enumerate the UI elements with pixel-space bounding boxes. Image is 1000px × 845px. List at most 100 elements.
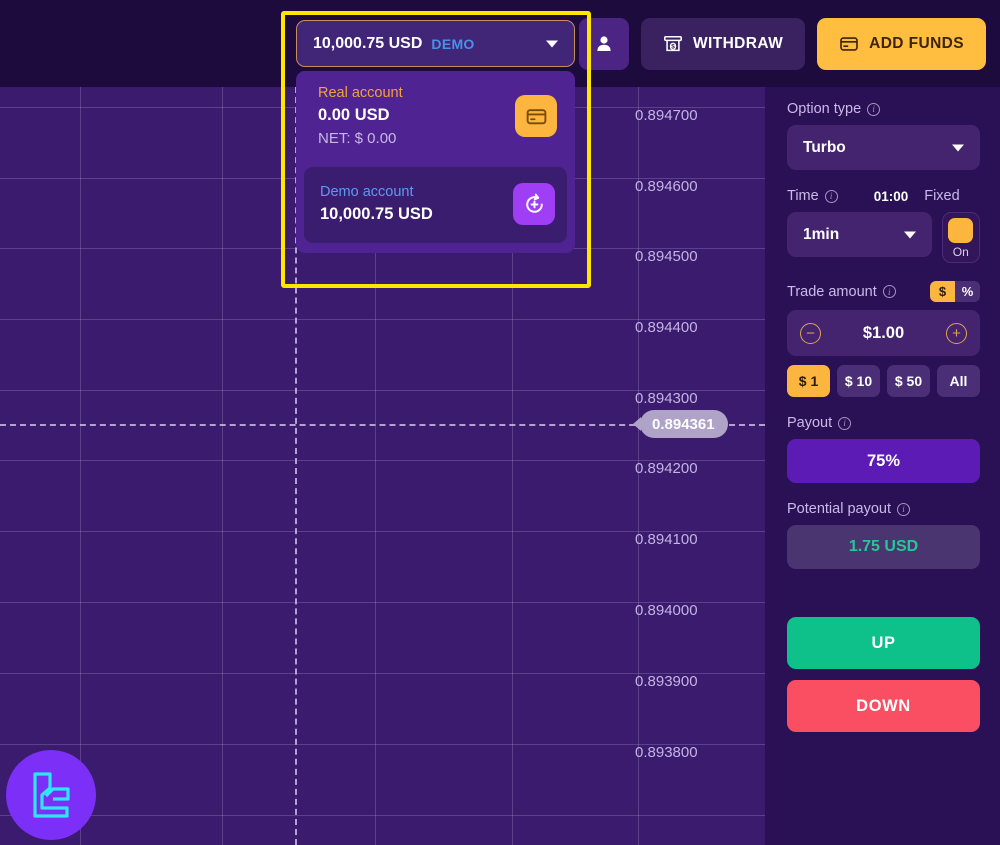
- payout-label-row: Payout i: [787, 415, 980, 431]
- trade-down-button[interactable]: DOWN: [787, 680, 980, 732]
- svg-text:$: $: [671, 43, 675, 50]
- real-account-net: NET: $ 0.00: [318, 130, 397, 147]
- info-icon[interactable]: i: [882, 285, 896, 298]
- trade-amount-label-group: Trade amount i: [787, 284, 896, 300]
- time-controls: 1min On: [787, 212, 980, 263]
- time-countdown: 01:00: [873, 188, 909, 204]
- trade-amount-label-row: Trade amount i $ %: [787, 281, 980, 302]
- current-price-value: 0.894361: [652, 415, 715, 433]
- quick-amount-all[interactable]: All: [937, 365, 980, 397]
- payout-section: Payout i 75%: [787, 415, 980, 483]
- trade-amount-label: Trade amount: [787, 283, 877, 300]
- time-label-row: Time i 01:00 Fixed: [787, 188, 980, 204]
- demo-account-title: Demo account: [320, 184, 414, 200]
- quick-amount-10[interactable]: $ 10: [837, 365, 880, 397]
- price-tick: 0.894400: [635, 319, 698, 336]
- logo-glyph-icon: [33, 772, 70, 818]
- withdraw-button[interactable]: $ WITHDRAW: [640, 17, 806, 70]
- minus-circle-icon[interactable]: −: [800, 322, 821, 344]
- account-option-real[interactable]: Real account 0.00 USD NET: $ 0.00: [296, 71, 575, 163]
- time-duration-value: 1min: [803, 225, 840, 243]
- quick-amount-1[interactable]: $ 1: [787, 365, 830, 397]
- atm-dollar-icon: $: [664, 35, 682, 51]
- real-account-deposit-button[interactable]: [515, 95, 557, 137]
- account-dropdown-menu: Real account 0.00 USD NET: $ 0.00 Demo a…: [296, 71, 575, 253]
- potential-payout-value-box: 1.75 USD: [787, 525, 980, 569]
- profile-button[interactable]: [578, 17, 629, 70]
- chevron-down-icon: [546, 40, 558, 47]
- time-duration-select[interactable]: 1min: [787, 212, 932, 257]
- trade-amount-stepper: − $1.00 +: [787, 310, 980, 356]
- price-tick: 0.894600: [635, 178, 698, 195]
- time-label-group: Time i: [787, 188, 838, 204]
- add-funds-label: ADD FUNDS: [869, 34, 964, 52]
- price-tick: 0.893800: [635, 744, 698, 761]
- chevron-down-icon: [952, 144, 964, 151]
- currency-option-dollar[interactable]: $: [930, 281, 955, 302]
- account-option-demo[interactable]: Demo account 10,000.75 USD: [304, 167, 567, 243]
- account-selector: 10,000.75 USD DEMO Real account 0.00 USD…: [296, 20, 575, 253]
- payout-value-box: 75%: [787, 439, 980, 483]
- potential-payout-section: Potential payout i 1.75 USD: [787, 501, 980, 569]
- time-label: Time: [787, 188, 819, 204]
- grid-line-vertical: [80, 87, 81, 845]
- price-tick: 0.894200: [635, 460, 698, 477]
- credit-card-icon: [526, 108, 546, 124]
- account-balance-dropdown-toggle[interactable]: 10,000.75 USD DEMO: [296, 20, 575, 67]
- option-type-value: Turbo: [803, 138, 846, 156]
- current-price-badge: 0.894361: [640, 410, 728, 438]
- payout-label: Payout: [787, 415, 833, 431]
- info-icon[interactable]: i: [867, 102, 881, 116]
- header-actions: $ WITHDRAW ADD FUNDS: [578, 0, 986, 87]
- price-tick: 0.894300: [635, 390, 698, 407]
- toggle-knob: [948, 218, 974, 243]
- option-type-label: Option type: [787, 101, 862, 117]
- account-mode-tag: DEMO: [431, 35, 475, 52]
- demo-account-reset-button[interactable]: [513, 183, 555, 225]
- price-axis: 0.894700 0.894600 0.894500 0.894400 0.89…: [635, 87, 765, 845]
- fixed-toggle-state: On: [952, 245, 969, 259]
- option-type-section: Option type i Turbo: [787, 101, 980, 170]
- trade-amount-section: Trade amount i $ % − $1.00 + $ 1 $ 10 $ …: [787, 281, 980, 397]
- account-balance-value: 10,000.75 USD: [313, 34, 423, 52]
- platform-logo: [6, 750, 96, 840]
- demo-account-info: Demo account 10,000.75 USD: [320, 184, 433, 224]
- info-icon[interactable]: i: [824, 189, 838, 203]
- fixed-time-toggle[interactable]: On: [941, 212, 980, 263]
- price-tick: 0.894100: [635, 531, 698, 548]
- price-tick: 0.894500: [635, 248, 698, 265]
- currency-mode-toggle: $ %: [930, 281, 980, 302]
- potential-payout-label: Potential payout: [787, 501, 891, 517]
- plus-circle-icon[interactable]: +: [945, 322, 967, 344]
- option-type-select[interactable]: Turbo: [787, 125, 980, 170]
- trading-app: 0.894700 0.894600 0.894500 0.894400 0.89…: [0, 0, 1000, 845]
- chevron-down-icon: [903, 231, 916, 238]
- demo-account-amount: 10,000.75 USD: [320, 205, 433, 223]
- time-section: Time i 01:00 Fixed 1min On: [787, 188, 980, 263]
- info-icon[interactable]: i: [897, 502, 910, 516]
- trade-amount-value[interactable]: $1.00: [863, 324, 904, 343]
- real-account-title: Real account: [318, 85, 403, 101]
- potential-payout-value: 1.75 USD: [848, 538, 919, 555]
- currency-option-percent[interactable]: %: [955, 281, 980, 302]
- payout-value: 75%: [866, 451, 901, 470]
- refresh-plus-icon: [525, 193, 543, 213]
- option-type-label-row: Option type i: [787, 101, 980, 117]
- price-tick: 0.894000: [635, 602, 698, 619]
- trade-up-button[interactable]: UP: [787, 617, 980, 669]
- info-icon[interactable]: i: [838, 416, 852, 430]
- withdraw-label: WITHDRAW: [692, 34, 784, 52]
- grid-line-vertical: [222, 87, 223, 845]
- quick-amount-50[interactable]: $ 50: [887, 365, 930, 397]
- trading-panel: Option type i Turbo Time i 01:00 Fixed 1…: [765, 87, 1000, 845]
- fixed-label: Fixed: [924, 188, 960, 204]
- real-account-info: Real account 0.00 USD NET: $ 0.00: [318, 85, 403, 147]
- credit-card-icon: [840, 36, 858, 51]
- real-account-amount: 0.00 USD: [318, 106, 390, 124]
- person-icon: [597, 35, 611, 51]
- potential-payout-label-row: Potential payout i: [787, 501, 980, 517]
- add-funds-button[interactable]: ADD FUNDS: [817, 17, 986, 70]
- price-tick: 0.894700: [635, 107, 698, 124]
- quick-amount-buttons: $ 1 $ 10 $ 50 All: [787, 365, 980, 397]
